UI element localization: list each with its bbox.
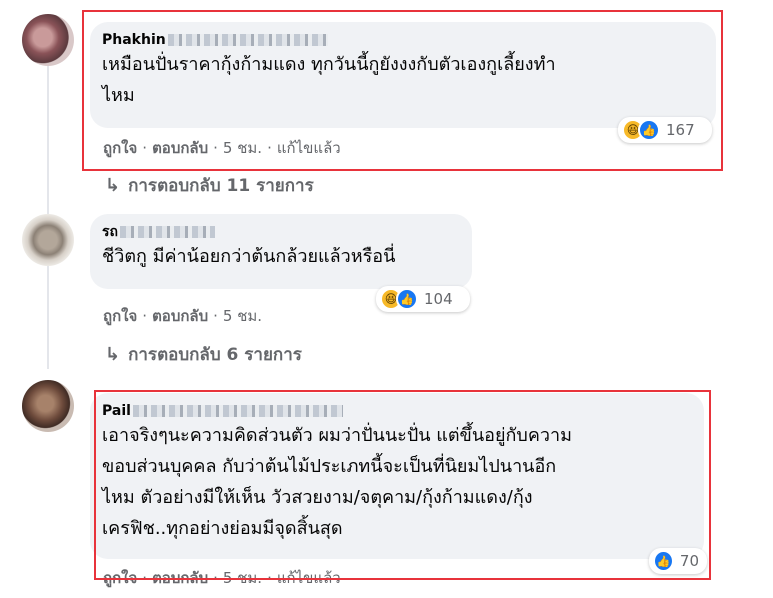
blurred-name bbox=[120, 226, 215, 238]
comment-author[interactable]: รถ bbox=[102, 223, 460, 241]
view-replies-link[interactable]: ↳ การตอบกลับ 6 รายการ bbox=[105, 341, 302, 368]
avatar[interactable] bbox=[22, 14, 74, 66]
reply-arrow-icon: ↳ bbox=[105, 344, 121, 365]
like-action[interactable]: ถูกใจ bbox=[103, 307, 137, 325]
highlight-box bbox=[94, 390, 711, 580]
comment-bubble: รถ ชีวิตกู มีค่าน้อยกว่าต้นกล้วยแล้วหรือ… bbox=[90, 214, 472, 289]
like-icon: 👍 bbox=[396, 288, 418, 310]
view-replies-link[interactable]: ↳ การตอบกลับ 11 รายการ bbox=[105, 172, 314, 199]
avatar[interactable] bbox=[22, 380, 74, 432]
comment-text: ชีวิตกู มีค่าน้อยกว่าต้นกล้วยแล้วหรือนี่ bbox=[102, 246, 396, 267]
timestamp[interactable]: 5 ชม. bbox=[223, 307, 262, 325]
avatar[interactable] bbox=[22, 214, 74, 266]
reaction-summary[interactable]: 😆 👍 104 bbox=[376, 286, 470, 312]
comment-actions: ถูกใจ · ตอบกลับ · 5 ชม. bbox=[103, 307, 263, 325]
highlight-box bbox=[82, 10, 723, 171]
reaction-count: 104 bbox=[424, 290, 453, 308]
reply-arrow-icon: ↳ bbox=[105, 175, 121, 196]
reply-action[interactable]: ตอบกลับ bbox=[152, 307, 208, 325]
